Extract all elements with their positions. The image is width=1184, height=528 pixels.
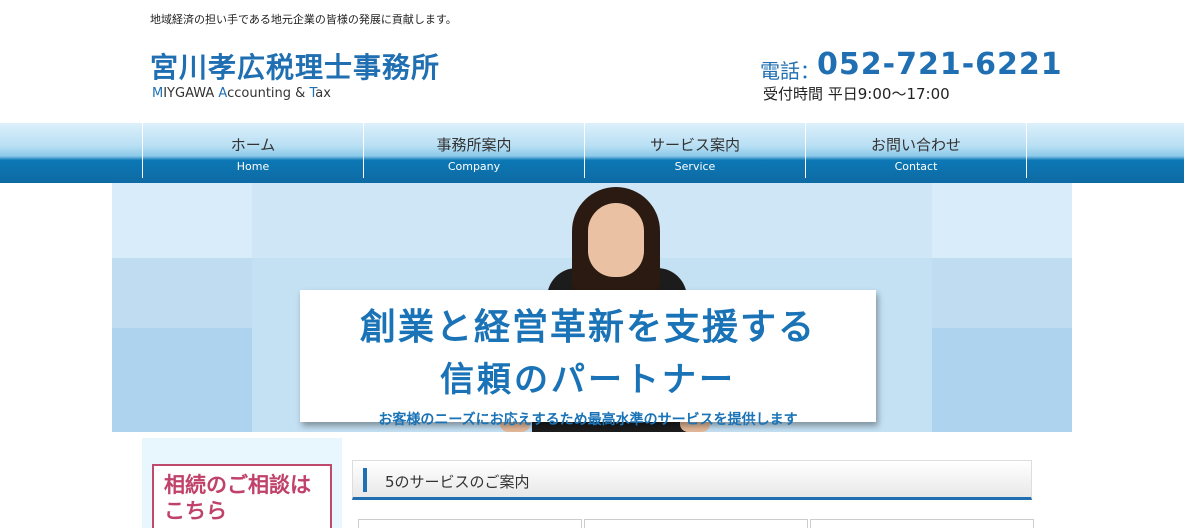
hero-headline-2: 信頼のパートナー — [440, 360, 736, 400]
phone-label: 電話： — [760, 59, 820, 83]
business-hours: 受付時間 平日9:00～17:00 — [763, 85, 950, 103]
nav-label-jp: 事務所案内 — [436, 136, 512, 154]
hero-banner: 創業と経営革新を支援する 信頼のパートナー お客様のニーズにお応えするため最高水… — [112, 183, 1072, 432]
hero-tile — [932, 328, 1072, 432]
hero-tile — [932, 258, 1072, 328]
nav-label-jp: ホーム — [230, 136, 276, 154]
logo-sub-initial-m: M — [152, 86, 164, 101]
tagline: 地域経済の担い手である地元企業の皆様の発展に貢献します。 — [150, 13, 457, 26]
section-header: 5のサービスのご案内 — [352, 460, 1032, 500]
inheritance-line-1: 相続のご相談は — [164, 473, 311, 497]
nav-item-company[interactable]: 事務所案内 Company — [364, 123, 585, 178]
person-face — [588, 203, 644, 277]
service-cards — [358, 519, 1036, 528]
nav-label-en: Home — [236, 160, 270, 173]
main-nav: ホーム Home 事務所案内 Company サービス案内 Service お問… — [0, 123, 1184, 183]
hero-subline: お客様のニーズにお応えするため最高水準のサービスを提供します — [378, 412, 798, 428]
logo-sub-text-3: ax — [315, 86, 331, 101]
nav-label-jp: お問い合わせ — [870, 136, 961, 154]
hero-tile — [112, 328, 252, 432]
logo-sub-text-1: IYGAWA — [163, 86, 219, 101]
phone-number[interactable]: 052-721-6221 — [817, 47, 1063, 82]
logo-sub-text-2: ccounting & — [227, 86, 310, 101]
hero-tile — [112, 183, 252, 258]
section-title: 5のサービスのご案内 — [385, 473, 530, 491]
service-card[interactable] — [584, 519, 808, 528]
hero-headline-1: 創業と経営革新を支援する — [359, 306, 816, 348]
hero-message-board: 創業と経営革新を支援する 信頼のパートナー お客様のニーズにお応えするため最高水… — [300, 290, 876, 428]
hero-tile — [112, 258, 252, 328]
service-card[interactable] — [358, 519, 582, 528]
logo-subtitle: MIYGAWA Accounting & Tax — [152, 86, 331, 101]
nav-label-en: Contact — [894, 160, 938, 173]
hero-tile — [932, 183, 1072, 258]
service-card[interactable] — [810, 519, 1034, 528]
nav-label-en: Company — [447, 160, 501, 173]
nav-item-contact[interactable]: お問い合わせ Contact — [806, 123, 1027, 178]
nav-label-en: Service — [674, 160, 716, 173]
nav-label-jp: サービス案内 — [649, 136, 740, 154]
hero-person-image — [564, 187, 668, 307]
logo-title[interactable]: 宮川孝広税理士事務所 — [150, 46, 440, 86]
nav-item-home[interactable]: ホーム Home — [143, 123, 364, 178]
inheritance-line-2: こちら — [164, 499, 227, 523]
inheritance-consultation-button[interactable]: 相続のご相談は こちら — [152, 464, 332, 528]
nav-inner: ホーム Home 事務所案内 Company サービス案内 Service お問… — [142, 123, 1027, 178]
logo-sub-initial-a: A — [218, 86, 228, 101]
nav-item-service[interactable]: サービス案内 Service — [585, 123, 806, 178]
section-header-bar — [363, 468, 367, 492]
sidebar: 相続のご相談は こちら — [142, 438, 342, 528]
